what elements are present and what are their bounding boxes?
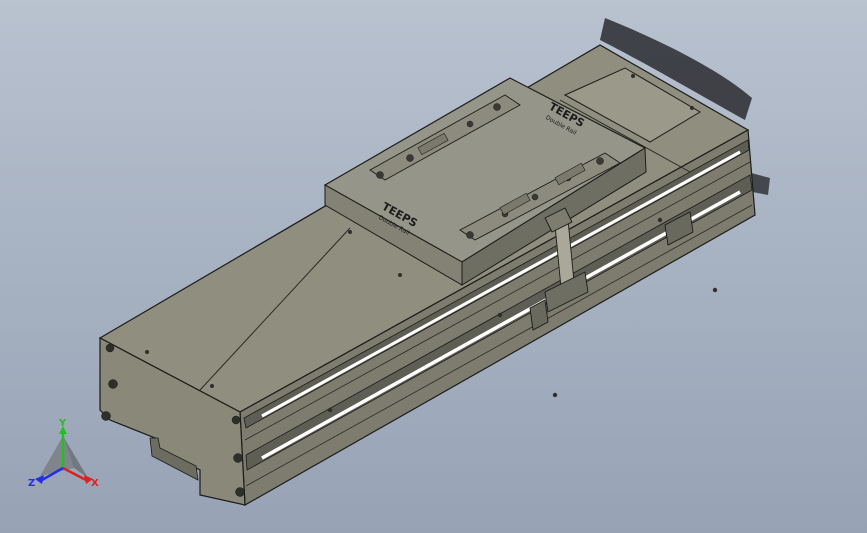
screw-hole bbox=[493, 103, 501, 111]
bolt bbox=[497, 312, 503, 318]
end-bolt bbox=[105, 343, 115, 353]
cad-graphics-viewport[interactable]: TEEPS Double Rail TEEPS Double Rail Y X … bbox=[0, 0, 867, 533]
triad-y-label: Y bbox=[58, 418, 67, 429]
end-bolt bbox=[233, 453, 243, 463]
bolt bbox=[552, 392, 558, 398]
top-hole bbox=[690, 106, 694, 110]
bolt bbox=[327, 407, 333, 413]
top-hole bbox=[348, 230, 352, 234]
triad-z-arrow bbox=[35, 475, 44, 484]
orientation-triad[interactable]: Y X Z bbox=[26, 418, 106, 498]
triad-z-label: Z bbox=[28, 478, 35, 489]
top-hole bbox=[145, 350, 149, 354]
triad-x-label: X bbox=[91, 478, 99, 489]
screw-hole bbox=[531, 193, 539, 201]
end-bolt bbox=[108, 379, 118, 389]
top-hole bbox=[398, 273, 402, 277]
end-bolt bbox=[231, 415, 241, 425]
screw-hole bbox=[466, 231, 474, 239]
screw-hole bbox=[406, 154, 414, 162]
bolt bbox=[657, 217, 663, 223]
top-hole bbox=[210, 384, 214, 388]
linear-actuator-model[interactable]: TEEPS Double Rail TEEPS Double Rail bbox=[0, 0, 867, 533]
screw-hole bbox=[466, 120, 474, 128]
end-bolt bbox=[235, 487, 245, 497]
bolt bbox=[712, 287, 718, 293]
top-hole bbox=[631, 74, 635, 78]
screw-hole bbox=[596, 157, 604, 165]
screw-hole bbox=[376, 171, 384, 179]
